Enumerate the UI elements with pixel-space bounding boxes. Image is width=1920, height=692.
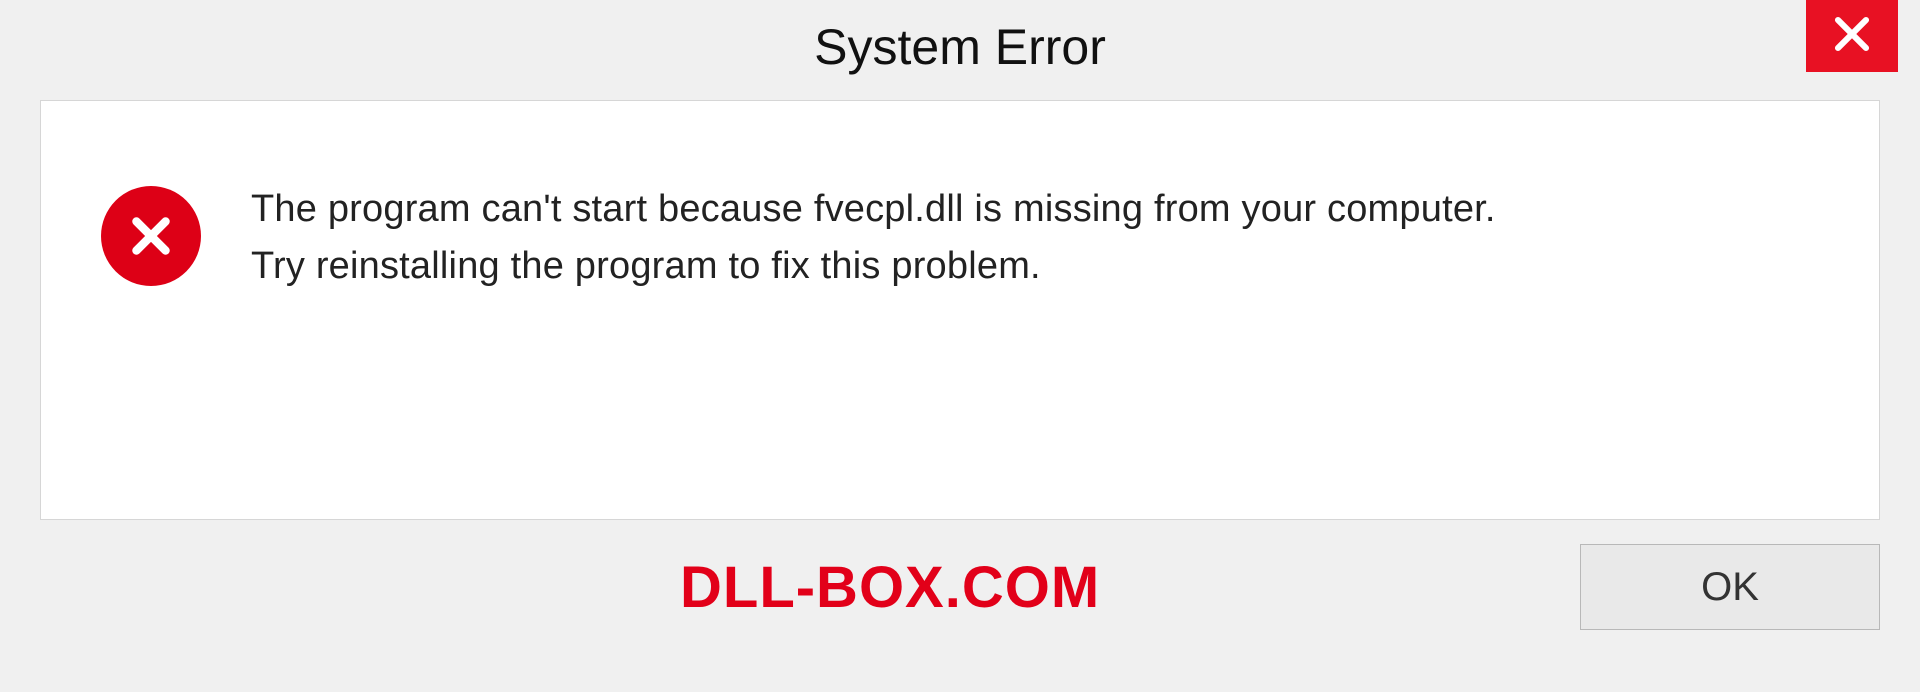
- error-message-line1: The program can't start because fvecpl.d…: [251, 181, 1496, 238]
- error-icon: [101, 186, 201, 286]
- error-dialog-window: System Error The program can't start bec…: [0, 0, 1920, 692]
- ok-button[interactable]: OK: [1580, 544, 1880, 630]
- error-icon-wrap: [101, 186, 201, 286]
- error-message-line2: Try reinstalling the program to fix this…: [251, 238, 1496, 295]
- close-button[interactable]: [1806, 0, 1898, 72]
- error-message: The program can't start because fvecpl.d…: [251, 181, 1496, 295]
- close-icon: [1831, 13, 1873, 60]
- dialog-content-area: The program can't start because fvecpl.d…: [40, 100, 1880, 520]
- title-bar: System Error: [0, 0, 1920, 100]
- dialog-title: System Error: [814, 18, 1106, 76]
- dialog-bottom-bar: DLL-BOX.COM OK: [0, 520, 1920, 630]
- watermark-text: DLL-BOX.COM: [680, 554, 1100, 621]
